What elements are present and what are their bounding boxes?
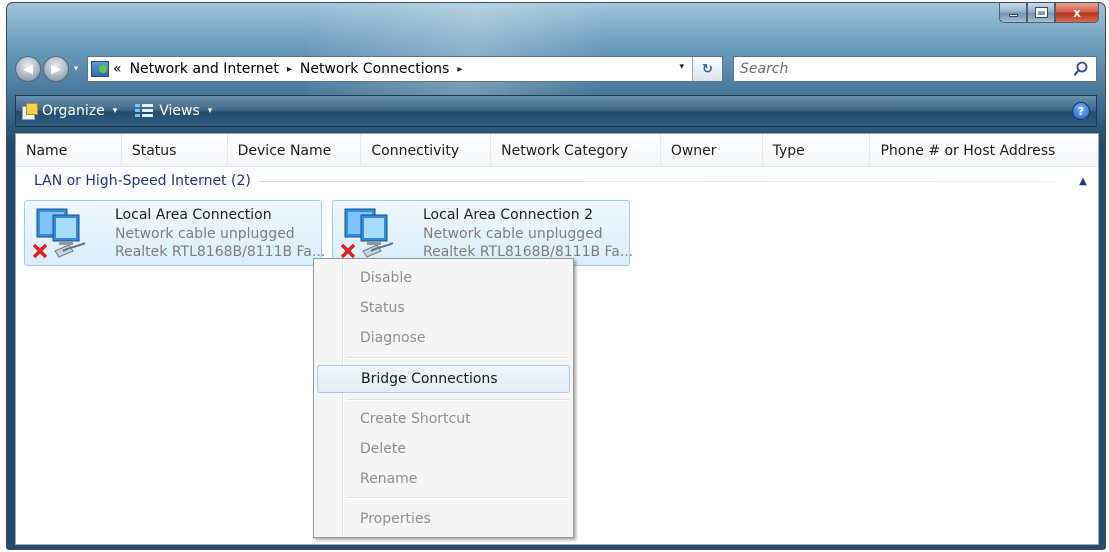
connection-status: Network cable unplugged [423,226,603,242]
column-header-name[interactable]: Name [16,134,122,167]
breadcrumb-overflow[interactable]: « [113,61,122,77]
navigation-bar: ◀ ▶ ▾ « Network and Internet ▸ Network C… [15,53,1097,85]
chevron-down-icon: ▾ [207,106,213,116]
column-header-device-name[interactable]: Device Name [228,134,362,167]
back-button[interactable]: ◀ [15,56,41,82]
refresh-button[interactable]: ↻ [692,57,722,81]
group-divider [258,180,1056,182]
collapse-icon[interactable]: ▲ [1074,176,1092,187]
column-header-owner[interactable]: Owner [661,134,763,167]
recent-pages-dropdown[interactable]: ▾ [69,59,83,79]
search-input[interactable] [734,57,994,81]
menu-item-bridge-connections[interactable]: Bridge Connections [317,365,570,393]
forward-arrow-icon: ▶ [51,61,61,77]
network-folder-icon [91,61,109,77]
breadcrumb-network-and-internet[interactable]: Network and Internet [130,61,279,77]
menu-item-properties[interactable]: Properties [317,505,570,533]
menu-item-delete[interactable]: Delete [317,435,570,463]
connection-item-local-area-connection[interactable]: Local Area Connection Network cable unpl… [24,200,325,266]
menu-item-status[interactable]: Status [317,294,570,322]
organize-icon [22,103,38,120]
help-icon: ? [1077,104,1085,118]
address-bar[interactable]: « Network and Internet ▸ Network Connect… [87,56,723,82]
menu-separator [347,357,569,359]
column-header-status[interactable]: Status [122,134,228,167]
connection-device: Realtek RTL8168B/8111B Fa... [115,244,326,260]
minimize-icon [1008,14,1018,17]
close-button[interactable]: x [1055,3,1099,23]
breadcrumb-separator-icon[interactable]: ▸ [287,64,292,75]
chevron-down-icon: ▾ [73,64,79,74]
column-header-network-category[interactable]: Network Category [491,134,661,167]
address-history-chevron-icon[interactable]: ▾ [679,62,684,72]
context-menu: Disable Status Diagnose Bridge Connectio… [313,258,574,538]
network-adapter-disconnected-icon [32,208,86,259]
network-adapter-disconnected-icon [340,208,394,259]
help-button[interactable]: ? [1072,102,1090,120]
organize-button[interactable]: Organize ▾ [16,97,123,125]
menu-item-create-shortcut[interactable]: Create Shortcut [317,405,570,433]
maximize-button[interactable] [1027,3,1055,23]
connection-status: Network cable unplugged [115,226,295,242]
column-header-type[interactable]: Type [763,134,871,167]
column-header-phone-host-address[interactable]: Phone # or Host Address [870,134,1098,167]
chevron-down-icon: ▾ [112,106,118,116]
views-icon [135,104,154,118]
close-icon: x [1073,5,1081,20]
minimize-button[interactable] [999,3,1027,23]
menu-item-rename[interactable]: Rename [317,465,570,493]
menu-separator [347,399,569,401]
views-label: Views [159,103,200,119]
group-header[interactable]: LAN or High-Speed Internet (2) ▲ [16,170,1098,192]
column-header-connectivity[interactable]: Connectivity [361,134,492,167]
connection-details: Local Area Connection 2 Network cable un… [423,206,633,261]
breadcrumb-separator-icon[interactable]: ▸ [457,64,462,75]
back-arrow-icon: ◀ [23,61,33,77]
maximize-icon [1034,7,1048,18]
breadcrumb-network-connections[interactable]: Network Connections [300,61,449,77]
menu-separator [347,497,569,499]
connection-name: Local Area Connection 2 [423,207,593,223]
connection-details: Local Area Connection Network cable unpl… [115,206,325,261]
refresh-icon: ↻ [702,61,713,77]
column-headers: Name Status Device Name Connectivity Net… [16,134,1098,167]
organize-label: Organize [42,103,105,119]
menu-item-diagnose[interactable]: Diagnose [317,324,570,352]
connection-name: Local Area Connection [115,207,272,223]
views-button[interactable]: Views ▾ [129,97,218,125]
command-bar: Organize ▾ Views ▾ ? [15,95,1097,127]
search-icon[interactable] [1072,60,1090,78]
connection-item-local-area-connection-2[interactable]: Local Area Connection 2 Network cable un… [332,200,633,266]
search-box[interactable] [733,56,1097,82]
group-header-label: LAN or High-Speed Internet (2) [34,173,251,189]
menu-item-disable[interactable]: Disable [317,264,570,292]
forward-button[interactable]: ▶ [43,56,69,82]
caption-buttons: x [999,3,1099,23]
